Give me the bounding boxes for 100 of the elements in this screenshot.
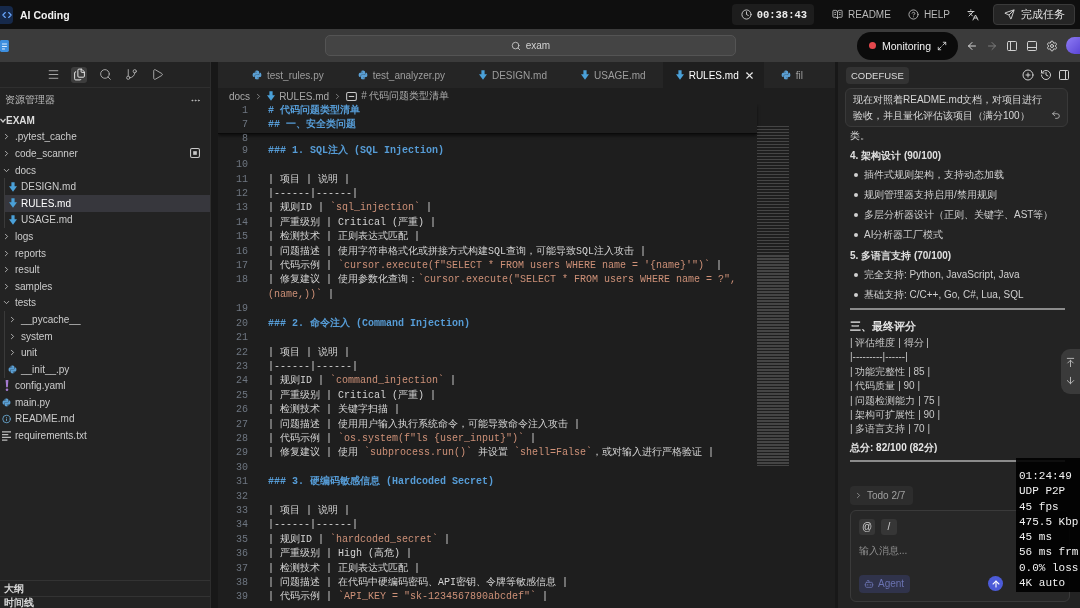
tree-item[interactable]: reports [0,244,210,262]
plus-circle-icon[interactable] [1022,69,1034,81]
readme-link[interactable]: README [832,4,891,25]
code-line: | 修复建议 | 使用 `subprocess.run()` 并设置 `shell=False`，或对输入进行严格验证 | [268,446,715,461]
breadcrumb-item[interactable]: RULES.md [267,90,330,102]
bullet-icon [854,213,858,217]
section-header[interactable]: 大纲 [4,582,24,595]
chevron-right-icon [854,490,863,500]
line-number: 35 [236,532,248,547]
tree-item[interactable]: USAGE.md [5,211,210,229]
table-row-text: | 代码质量 | 90 | [850,379,921,394]
code-line: | 检测技术 | 正则表达式匹配 | [268,230,420,245]
list-item-text: 完全支持: Python, JavaScript, Java [864,268,1020,282]
line-number: 39 [236,590,248,605]
arrow-down-icon[interactable] [1065,375,1076,387]
tree-item[interactable]: config.yaml [0,377,210,395]
table-row-text: | 功能完整性 | 85 | [850,364,931,379]
list-item-text: 插件式规则架构，支持动态加载 [864,168,1004,182]
line-number: 30 [236,460,248,475]
tree-item[interactable]: RULES.md [5,194,210,212]
tree-item[interactable]: requirements.txt [0,427,210,444]
command-button[interactable]: / [881,518,897,535]
send-icon [1004,9,1015,20]
panel-bottom-icon[interactable] [1026,39,1038,52]
tree-item[interactable]: result [0,261,210,278]
search-field[interactable]: exam [324,35,736,56]
line-number: 24 [236,374,248,389]
down-arrow-icon [267,91,276,101]
bullet-icon [854,273,858,277]
table-row-text: | 架构可扩展性 | 90 | [850,408,941,423]
tree-item[interactable]: code_scanner [0,145,210,162]
code-line: | 严重级别 | High (高危) | [268,547,412,562]
tree-item[interactable]: main.py [0,394,210,411]
message-field[interactable]: 输入消息... [859,542,1009,561]
back-arrow-icon[interactable] [966,39,978,52]
list-item-text: 多层分析器设计（正则、关键字、AST等） [864,208,1054,222]
history-icon[interactable] [1040,69,1052,81]
mention-button[interactable]: @ [859,518,875,535]
translate-icon[interactable] [967,8,979,21]
bullet-icon [854,173,858,177]
stats-text: 4K auto [1019,576,1066,592]
arrow-up-to-line-icon[interactable] [1065,356,1076,368]
python-icon [2,397,11,407]
tree-item[interactable]: .pytest_cache [0,128,210,146]
code-line: | 问题描述 | 使用用户输入执行系统命令，可能导致命令注入攻击 | [268,417,580,432]
editor-tab[interactable]: RULES.md [662,62,764,88]
list-item-text: AI分析器工厂模式 [864,228,944,242]
tree-item[interactable]: tests [0,294,210,312]
help-link[interactable]: HELP [907,4,950,25]
tree-item[interactable]: __init__.py [5,360,210,378]
tree-item[interactable]: __pycache__ [5,311,210,328]
code-line: # 代码问题类型清单 [268,104,360,118]
undo-icon[interactable] [1051,110,1061,120]
line-number: 8 [242,133,248,144]
send-icon[interactable] [988,576,1003,592]
tree-item[interactable]: system [5,327,210,345]
list-item-text: 规则管理器支持启用/禁用规则 [864,188,997,202]
line-number: 1 [242,104,248,118]
line-number: 23 [236,359,248,374]
message-text: 类。 [850,129,870,143]
code-line: | 代码示例 | `API_KEY = "sk-1234567890abcdef"` | [268,590,549,605]
branch-icon[interactable] [123,66,139,83]
tree-item[interactable]: logs [0,228,210,245]
code-line: | 严重级别 | Critical (严重) | [268,215,437,230]
panel-right-icon[interactable] [1058,69,1070,81]
code-line: | 项目 | 说明 | [268,172,350,187]
close-icon[interactable] [743,69,755,81]
section-header[interactable]: 时间线 [4,596,34,608]
tree-item[interactable]: docs [0,161,210,179]
line-number: 13 [236,201,248,216]
help-icon [907,9,919,20]
table-row-text: | 问题检测能力 | 75 | [850,393,941,408]
breadcrumb-item[interactable]: docs [229,90,251,102]
square-dot-icon[interactable] [190,148,200,159]
section-title: 三、最终评分 [850,319,916,334]
down-arrow-icon [8,198,17,209]
tree-item[interactable]: DESIGN.md [5,178,210,195]
panel-left-icon[interactable] [1006,39,1018,52]
tree-item[interactable]: unit [5,344,210,361]
monitoring-button[interactable]: Monitoring [856,31,958,60]
tree-item[interactable]: samples [0,277,210,295]
files-icon[interactable] [71,66,87,83]
bullet-icon [854,193,858,197]
line-number: 25 [236,388,248,403]
finish-task-button[interactable]: 完成任务 [993,4,1075,25]
code-line: |------|------| [268,518,358,533]
search-icon[interactable] [97,66,113,83]
breadcrumb-item[interactable]: # 代码问题类型清单 [346,89,450,103]
line-number: 32 [236,489,248,504]
panel-tab[interactable]: CODEFUSE [846,66,909,84]
python-icon [8,364,17,374]
settings-icon[interactable] [1046,39,1058,52]
tree-item[interactable]: README.md [0,410,210,428]
stats-text: 0.0% loss [1019,560,1079,576]
line-number: 14 [236,215,248,230]
document-icon[interactable] [0,39,9,52]
avatar-icon[interactable] [1066,37,1080,54]
tree-root[interactable]: EXAM [0,112,35,129]
todo-button[interactable]: Todo 2/7 [850,485,914,505]
robot-icon [864,578,874,589]
